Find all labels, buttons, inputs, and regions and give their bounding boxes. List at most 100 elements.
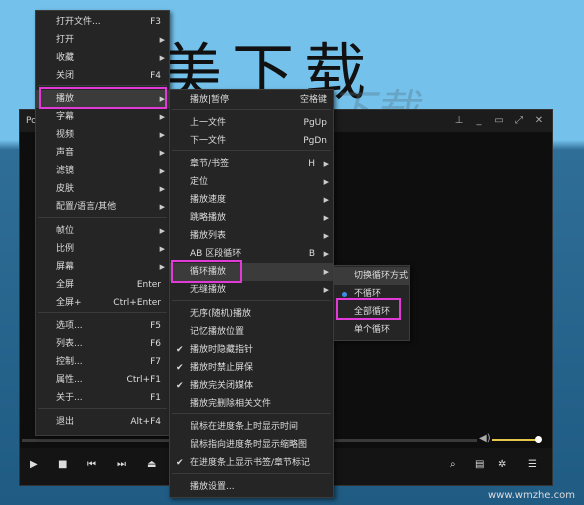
menu1-item[interactable]: 收藏 ▶ [36, 49, 169, 67]
menu-item-label: 全屏 [56, 280, 75, 290]
menu2-item[interactable]: 上一文件 PgUp [170, 114, 333, 132]
menu1-item[interactable]: 滤镜 ▶ [36, 162, 169, 180]
fullscreen-icon[interactable]: ⤢ [514, 115, 524, 126]
menu-item-label: 属性... [56, 375, 83, 385]
menu1-item[interactable]: 选项... F5 [36, 317, 169, 335]
menu2-item[interactable]: 播放|暂停 空格键 [170, 91, 333, 109]
menu2-item[interactable]: 播放速度 ▶ [170, 191, 333, 209]
menu2-item[interactable]: 下一文件 PgDn [170, 132, 333, 150]
search-video-icon[interactable]: ⌕ [450, 459, 456, 470]
pin-icon[interactable]: ⊥ [454, 115, 464, 126]
next-icon[interactable]: ⏭ [117, 459, 126, 470]
eject-icon[interactable]: ⏏ [147, 459, 156, 470]
menu2-item[interactable]: 鼠标指向进度条时显示缩略图 [170, 436, 333, 454]
chevron-right-icon: ▶ [159, 185, 165, 193]
menu2-item[interactable]: 无序(随机)播放 [170, 305, 333, 323]
menu1-item[interactable]: 列表... F6 [36, 335, 169, 353]
chevron-right-icon: ▶ [323, 286, 329, 294]
watermark: www.wmzhe.com [488, 490, 575, 501]
loop-option[interactable]: 单个循环 [334, 321, 409, 339]
check-icon: ✔ [176, 345, 184, 355]
playlist-icon[interactable]: ☰ [528, 459, 537, 470]
menu2-item[interactable]: 跳略播放 ▶ [170, 209, 333, 227]
menu-item-shortcut: H [308, 159, 315, 169]
menu-item-shortcut: Ctrl+F1 [126, 375, 161, 385]
chevron-right-icon: ▶ [323, 250, 329, 258]
menu2-item[interactable]: ✔ 播放完关闭媒体 [170, 377, 333, 395]
menu-item-label: 无序(随机)播放 [190, 309, 252, 319]
menu1-item[interactable]: 配置/语言/其他 ▶ [36, 198, 169, 216]
menu1-item[interactable]: 声音 ▶ [36, 144, 169, 162]
stop-icon[interactable]: ■ [58, 459, 67, 470]
menu2-item[interactable]: ✔ 播放时隐藏指针 [170, 341, 333, 359]
chevron-right-icon: ▶ [159, 167, 165, 175]
menu-item-label: 下一文件 [190, 136, 227, 146]
menu1-item[interactable]: 全屏 Enter [36, 276, 169, 294]
menu-separator [172, 150, 331, 151]
menu-item-label: 列表... [56, 339, 83, 349]
menu1-item[interactable]: 全屏+ Ctrl+Enter [36, 294, 169, 312]
menu-separator [38, 217, 167, 218]
restore-icon[interactable]: ▭ [494, 115, 504, 126]
menu2-item[interactable]: 定位 ▶ [170, 173, 333, 191]
menu2-item[interactable]: ✔ 在进度条上显示书签/章节标记 [170, 454, 333, 472]
menu-item-shortcut: Ctrl+Enter [113, 298, 161, 308]
menu-item-label: 播放时禁止屏保 [190, 363, 254, 373]
menu-item-label: 播放完关闭媒体 [190, 381, 254, 391]
settings-icon[interactable]: ✲ [498, 459, 506, 470]
highlight-box-loop [171, 260, 242, 283]
menu1-item[interactable]: 皮肤 ▶ [36, 180, 169, 198]
volume-knob[interactable] [535, 436, 542, 443]
menu2-item[interactable]: 记忆播放位置 [170, 323, 333, 341]
menu1-item[interactable]: 比例 ▶ [36, 240, 169, 258]
play-icon[interactable]: ▶ [30, 459, 38, 470]
menu-item-label: 打开 [56, 35, 75, 45]
chevron-right-icon: ▶ [323, 268, 329, 276]
check-icon: ✔ [176, 363, 184, 373]
menu-item-label: 定位 [190, 177, 209, 187]
menu1-item[interactable]: 视频 ▶ [36, 126, 169, 144]
menu-item-label: 视频 [56, 130, 75, 140]
chevron-right-icon: ▶ [159, 113, 165, 121]
menu-item-label: 字幕 [56, 112, 75, 122]
menu1-item[interactable]: 打开 ▶ [36, 31, 169, 49]
menu-separator [172, 109, 331, 110]
chevron-right-icon: ▶ [159, 263, 165, 271]
menu-item-label: 关于... [56, 393, 83, 403]
check-icon: ✔ [176, 381, 184, 391]
highlight-box-play [39, 87, 167, 109]
menu1-item[interactable]: 帧位 ▶ [36, 222, 169, 240]
chevron-right-icon: ▶ [159, 227, 165, 235]
volume-icon[interactable]: ◀) [479, 433, 491, 444]
menu-item-shortcut: Alt+F4 [130, 417, 161, 427]
close-icon[interactable]: ✕ [534, 115, 544, 126]
menu1-item[interactable]: 打开文件... F3 [36, 13, 169, 31]
menu2-item[interactable]: 播放完删除相关文件 [170, 395, 333, 413]
menu2-item[interactable]: 鼠标在进度条上时显示时间 [170, 418, 333, 436]
subtitle-icon[interactable]: ▤ [475, 459, 484, 470]
menu-item-shortcut: F1 [150, 393, 161, 403]
minimize-icon[interactable]: _ [474, 115, 484, 126]
chevron-right-icon: ▶ [323, 232, 329, 240]
menu2-item[interactable]: ✔ 播放时禁止屏保 [170, 359, 333, 377]
volume-slider[interactable] [492, 439, 538, 441]
menu2-item[interactable]: 播放设置... [170, 478, 333, 496]
menu1-item[interactable]: 关于... F1 [36, 389, 169, 407]
menu2-item[interactable]: 播放列表 ▶ [170, 227, 333, 245]
menu1-item[interactable]: 屏幕 ▶ [36, 258, 169, 276]
menu-separator [38, 408, 167, 409]
menu2-item[interactable]: 章节/书签 H ▶ [170, 155, 333, 173]
menu1-item[interactable]: 控制... F7 [36, 353, 169, 371]
menu1-item[interactable]: 关闭 F4 [36, 67, 169, 85]
menu1-item[interactable]: 字幕 ▶ [36, 108, 169, 126]
prev-icon[interactable]: ⏮ [87, 459, 96, 470]
menu-item-label: 关闭 [56, 71, 75, 81]
chevron-right-icon: ▶ [323, 196, 329, 204]
menu-item-shortcut: PgUp [303, 118, 327, 128]
menu-item-label: 声音 [56, 148, 75, 158]
menu1-item[interactable]: 属性... Ctrl+F1 [36, 371, 169, 389]
menu-item-label: 鼠标在进度条上时显示时间 [190, 422, 299, 432]
menu1-item[interactable]: 退出 Alt+F4 [36, 413, 169, 431]
menu2-item[interactable]: 无缝播放 ▶ [170, 281, 333, 299]
menu-separator [38, 312, 167, 313]
